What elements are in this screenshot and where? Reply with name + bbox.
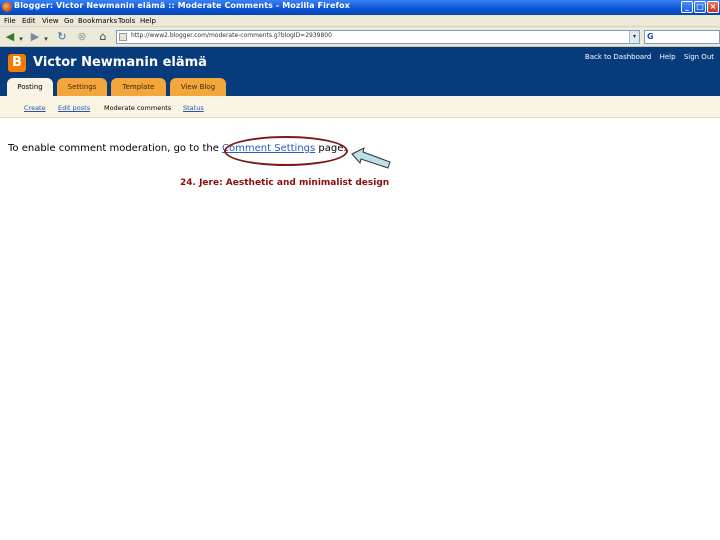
url-dropdown-icon[interactable]: ▾ bbox=[629, 31, 639, 43]
sub-navigation: Create Edit posts Moderate comments Stat… bbox=[0, 96, 720, 118]
stop-icon[interactable]: ⊗ bbox=[75, 30, 89, 44]
tab-template[interactable]: Template bbox=[111, 78, 166, 96]
subnav-status[interactable]: Status bbox=[183, 104, 204, 112]
page-favicon-icon bbox=[119, 33, 127, 41]
top-links: Back to Dashboard Help Sign Out bbox=[579, 53, 714, 61]
address-bar[interactable]: http://www2.blogger.com/moderate-comment… bbox=[116, 30, 640, 44]
forward-arrow-icon[interactable]: ▶ bbox=[28, 30, 42, 44]
blogger-logo-icon[interactable]: B bbox=[8, 54, 26, 72]
menu-go[interactable]: Go bbox=[64, 17, 74, 25]
tab-view-blog[interactable]: View Blog bbox=[170, 78, 226, 96]
forward-dropdown-icon[interactable]: ▾ bbox=[43, 32, 49, 46]
firefox-icon bbox=[2, 2, 12, 12]
menu-tools[interactable]: Tools bbox=[118, 17, 135, 25]
annotation-caption: 24. Jere: Aesthetic and minimalist desig… bbox=[180, 178, 390, 188]
tab-posting[interactable]: Posting bbox=[7, 78, 53, 96]
message-text-before: To enable comment moderation, go to the bbox=[8, 143, 223, 154]
back-dropdown-icon[interactable]: ▾ bbox=[18, 32, 24, 46]
url-text[interactable]: http://www2.blogger.com/moderate-comment… bbox=[131, 32, 332, 39]
help-link[interactable]: Help bbox=[660, 53, 676, 61]
home-icon[interactable]: ⌂ bbox=[96, 30, 110, 44]
menu-file[interactable]: File bbox=[4, 17, 16, 25]
menu-bookmarks[interactable]: Bookmarks bbox=[78, 17, 117, 25]
search-engine-icon[interactable]: G bbox=[647, 32, 654, 41]
tab-settings[interactable]: Settings bbox=[57, 78, 107, 96]
search-box[interactable]: G bbox=[644, 30, 720, 44]
highlight-ellipse bbox=[224, 136, 348, 166]
subnav-create[interactable]: Create bbox=[24, 104, 46, 112]
navigation-toolbar: ◀ ▾ ▶ ▾ ↻ ⊗ ⌂ http://www2.blogger.com/mo… bbox=[0, 27, 720, 47]
back-arrow-icon[interactable]: ◀ bbox=[3, 30, 17, 44]
close-button[interactable]: × bbox=[707, 1, 719, 13]
browser-window: Blogger: Victor Newmanin elämä :: Modera… bbox=[0, 0, 720, 540]
pointer-arrow-icon bbox=[351, 147, 391, 169]
menu-help[interactable]: Help bbox=[140, 17, 156, 25]
title-bar: Blogger: Victor Newmanin elämä :: Modera… bbox=[0, 0, 720, 15]
menu-bar: File Edit View Go Bookmarks Tools Help bbox=[0, 15, 720, 27]
menu-edit[interactable]: Edit bbox=[22, 17, 36, 25]
subnav-edit-posts[interactable]: Edit posts bbox=[58, 104, 90, 112]
subnav-moderate-comments: Moderate comments bbox=[104, 104, 172, 112]
window-title: Blogger: Victor Newmanin elämä :: Modera… bbox=[14, 1, 350, 10]
maximize-button[interactable]: □ bbox=[694, 1, 706, 13]
menu-view[interactable]: View bbox=[42, 17, 59, 25]
minimize-button[interactable]: _ bbox=[681, 1, 693, 13]
sign-out-link[interactable]: Sign Out bbox=[684, 53, 714, 61]
back-to-dashboard-link[interactable]: Back to Dashboard bbox=[585, 53, 651, 61]
blog-title: Victor Newmanin elämä bbox=[33, 55, 207, 70]
reload-icon[interactable]: ↻ bbox=[55, 30, 69, 44]
blogger-header: B Victor Newmanin elämä Back to Dashboar… bbox=[0, 47, 720, 96]
